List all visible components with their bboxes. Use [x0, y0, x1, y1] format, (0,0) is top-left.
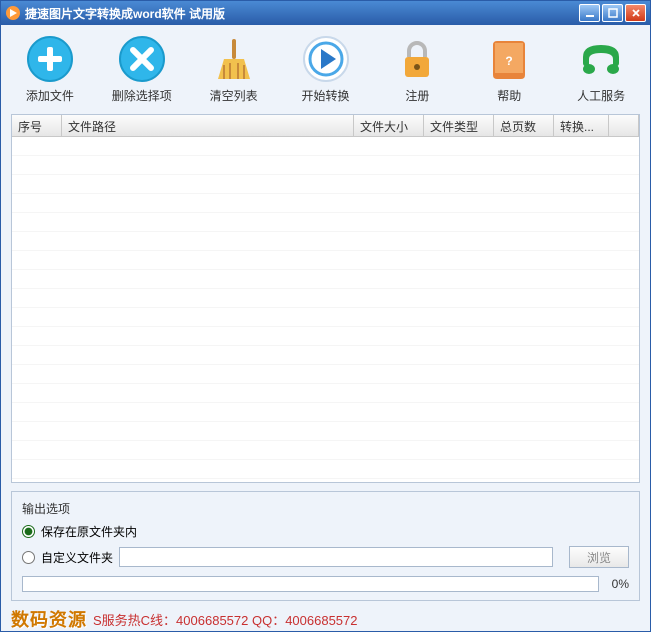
toolbar: 添加文件 删除选择项 清空列表 开始转换 注册 [1, 25, 650, 110]
col-path[interactable]: 文件路径 [62, 115, 354, 136]
broom-icon [210, 35, 258, 83]
titlebar: 捷速图片文字转换成word软件 试用版 [1, 1, 650, 25]
delete-selection-button[interactable]: 删除选择项 [99, 33, 185, 106]
output-options-panel: 输出选项 保存在原文件夹内 自定义文件夹 浏览 0% [11, 491, 640, 601]
x-icon [118, 35, 166, 83]
footer: 数码资源 S服务热C线：4006685572 QQ：4006685572 [1, 607, 650, 631]
minimize-button[interactable] [579, 4, 600, 22]
window-title: 捷速图片文字转换成word软件 试用版 [25, 5, 577, 22]
file-list: 序号 文件路径 文件大小 文件类型 总页数 转换... [11, 114, 640, 483]
custom-folder-label: 自定义文件夹 [41, 549, 113, 566]
watermark-right: S服务热C线：4006685572 QQ：4006685572 [93, 610, 358, 629]
maximize-button[interactable] [602, 4, 623, 22]
service-button[interactable]: 人工服务 [558, 33, 644, 106]
start-convert-button[interactable]: 开始转换 [283, 33, 369, 106]
output-options-title: 输出选项 [22, 500, 629, 517]
help-book-icon: ? [485, 35, 533, 83]
close-button[interactable] [625, 4, 646, 22]
col-seq[interactable]: 序号 [12, 115, 62, 136]
app-icon [5, 5, 21, 21]
start-convert-label: 开始转换 [302, 87, 350, 104]
progress-percent: 0% [605, 577, 629, 591]
watermark-left: 数码资源 [11, 606, 87, 632]
lock-icon [393, 35, 441, 83]
clear-list-label: 清空列表 [210, 87, 258, 104]
col-type[interactable]: 文件类型 [424, 115, 494, 136]
svg-text:?: ? [506, 54, 513, 68]
register-label: 注册 [405, 87, 429, 104]
plus-icon [26, 35, 74, 83]
custom-folder-radio-wrap[interactable]: 自定义文件夹 [22, 549, 113, 566]
play-icon [302, 35, 350, 83]
col-size[interactable]: 文件大小 [354, 115, 424, 136]
custom-folder-radio[interactable] [22, 551, 35, 564]
list-body[interactable] [12, 137, 639, 482]
delete-selection-label: 删除选择项 [112, 87, 172, 104]
add-file-label: 添加文件 [26, 87, 74, 104]
clear-list-button[interactable]: 清空列表 [191, 33, 277, 106]
help-button[interactable]: ? 帮助 [466, 33, 552, 106]
col-tail [609, 115, 639, 136]
app-window: 捷速图片文字转换成word软件 试用版 添加文件 删除选择项 清空列表 [0, 0, 651, 632]
add-file-button[interactable]: 添加文件 [7, 33, 93, 106]
custom-folder-option: 自定义文件夹 浏览 [22, 546, 629, 568]
progress-row: 0% [22, 576, 629, 592]
list-header: 序号 文件路径 文件大小 文件类型 总页数 转换... [12, 115, 639, 137]
col-pages[interactable]: 总页数 [494, 115, 554, 136]
help-label: 帮助 [497, 87, 521, 104]
save-original-label: 保存在原文件夹内 [41, 523, 137, 540]
register-button[interactable]: 注册 [374, 33, 460, 106]
col-convert[interactable]: 转换... [554, 115, 609, 136]
custom-folder-input[interactable] [119, 547, 553, 567]
browse-button[interactable]: 浏览 [569, 546, 629, 568]
progress-bar [22, 576, 599, 592]
save-original-radio[interactable] [22, 525, 35, 538]
service-label: 人工服务 [577, 87, 625, 104]
save-original-option[interactable]: 保存在原文件夹内 [22, 523, 629, 540]
phone-icon [577, 35, 625, 83]
